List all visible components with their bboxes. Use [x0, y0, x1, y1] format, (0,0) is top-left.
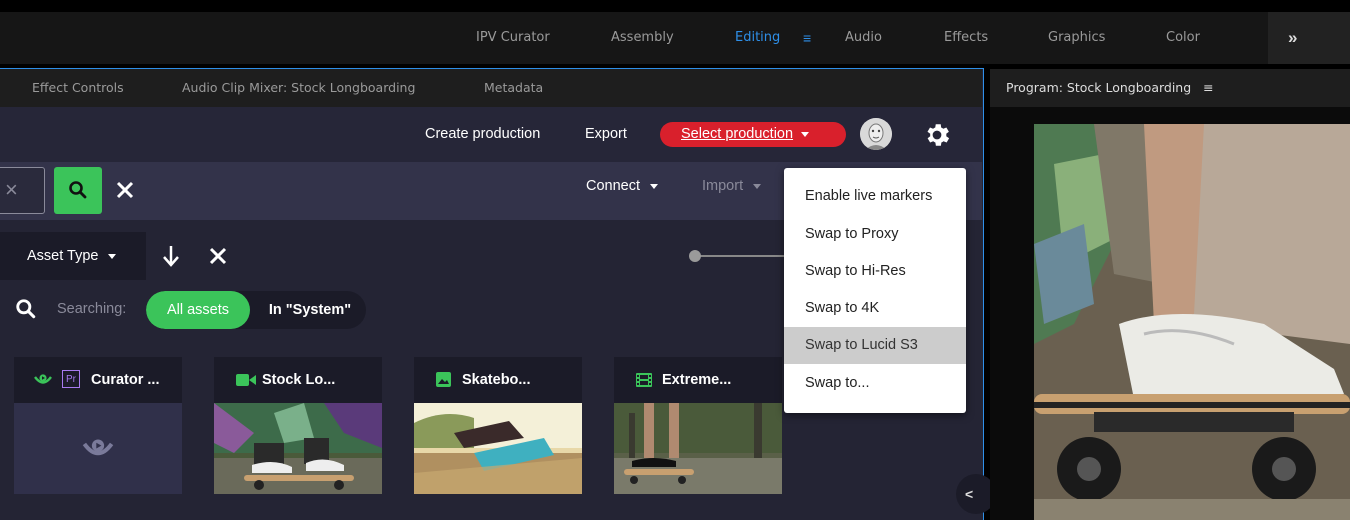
workspace-menu-icon[interactable]: ≡ — [803, 12, 811, 64]
slider-handle[interactable] — [689, 250, 701, 262]
workspace-color[interactable]: Color — [1166, 12, 1200, 64]
search-input[interactable]: × — [0, 167, 45, 214]
asset-card-header: Pr Curator ... — [14, 357, 182, 403]
menu-item-swap-to-4k[interactable]: Swap to 4K — [784, 290, 966, 327]
menu-item-swap-to-hi-res[interactable]: Swap to Hi-Res — [784, 253, 966, 290]
tab-metadata[interactable]: Metadata — [484, 69, 543, 107]
asset-card[interactable]: Skatebo... — [414, 357, 582, 494]
asset-thumbnail — [214, 403, 382, 494]
close-search-icon[interactable] — [116, 181, 134, 199]
chevron-down-icon — [801, 131, 810, 137]
chevron-down-icon — [108, 253, 117, 259]
workspace-ipv-curator[interactable]: IPV Curator — [476, 12, 550, 64]
asset-card[interactable]: Extreme... — [614, 357, 782, 494]
select-production-dropdown[interactable]: Select production — [660, 122, 846, 147]
search-button[interactable] — [54, 167, 102, 214]
asset-thumbnail-placeholder — [14, 403, 182, 494]
premiere-badge: Pr — [62, 370, 80, 388]
tab-effect-controls[interactable]: Effect Controls — [32, 69, 124, 107]
swap-context-menu: Enable live markers Swap to Proxy Swap t… — [784, 168, 966, 413]
import-label: Import — [702, 178, 744, 194]
asset-card-header: Extreme... — [614, 357, 782, 403]
asset-type-label: Asset Type — [27, 248, 99, 264]
workspace-graphics[interactable]: Graphics — [1048, 12, 1105, 64]
asset-card-header: Skatebo... — [414, 357, 582, 403]
workspace-editing[interactable]: Editing — [735, 12, 780, 64]
workspace-assembly[interactable]: Assembly — [611, 12, 674, 64]
workspace-overflow-button[interactable]: » — [1268, 12, 1350, 64]
program-monitor-title[interactable]: Program: Stock Longboarding ≡ — [1006, 69, 1214, 107]
workspace-audio[interactable]: Audio — [845, 12, 882, 64]
workspace-bar — [0, 12, 1350, 64]
program-title-label: Program: Stock Longboarding — [1006, 80, 1192, 95]
panel-tab-bar: Effect Controls Audio Clip Mixer: Stock … — [0, 69, 982, 107]
search-icon — [16, 299, 36, 319]
image-icon — [436, 372, 451, 387]
asset-title: Stock Lo... — [262, 372, 336, 388]
film-icon — [636, 373, 652, 387]
clear-input-icon[interactable]: × — [5, 179, 18, 201]
panel-menu-icon[interactable]: ≡ — [1203, 80, 1213, 95]
chevron-down-icon — [753, 183, 762, 189]
import-dropdown[interactable]: Import — [702, 178, 762, 194]
workspace-effects[interactable]: Effects — [944, 12, 988, 64]
chevron-down-icon — [650, 183, 659, 189]
menu-item-swap-to-other[interactable]: Swap to... — [784, 365, 966, 402]
create-production-button[interactable]: Create production — [425, 107, 540, 162]
asset-title: Skatebo... — [462, 372, 531, 388]
video-camera-icon — [236, 374, 256, 386]
connect-label: Connect — [586, 178, 641, 194]
program-monitor-frame[interactable] — [1034, 124, 1350, 520]
export-button[interactable]: Export — [585, 107, 627, 162]
connect-dropdown[interactable]: Connect — [586, 178, 659, 194]
asset-card[interactable]: Pr Curator ... — [14, 357, 182, 494]
sort-descending-icon[interactable] — [161, 244, 181, 268]
gear-icon[interactable] — [922, 120, 952, 150]
searching-label: Searching: — [57, 301, 127, 317]
avatar[interactable] — [860, 118, 892, 150]
menu-item-enable-live-markers[interactable]: Enable live markers — [784, 178, 966, 215]
scope-all-assets-button[interactable]: All assets — [146, 291, 250, 329]
menu-item-swap-to-lucid-s3[interactable]: Swap to Lucid S3 — [784, 327, 966, 364]
asset-card-header: Stock Lo... — [214, 357, 382, 403]
curator-icon — [82, 439, 114, 456]
tab-audio-clip-mixer[interactable]: Audio Clip Mixer: Stock Longboarding — [182, 69, 415, 107]
asset-card[interactable]: Stock Lo... — [214, 357, 382, 494]
curator-icon — [34, 374, 52, 384]
clear-filter-icon[interactable] — [209, 247, 227, 265]
select-production-label: Select production — [681, 126, 794, 142]
thumbnail-size-slider[interactable] — [695, 255, 795, 257]
menu-item-swap-to-proxy[interactable]: Swap to Proxy — [784, 216, 966, 253]
asset-title: Extreme... — [662, 372, 732, 388]
search-icon — [69, 181, 87, 199]
asset-title: Curator ... — [91, 372, 160, 388]
asset-type-dropdown[interactable]: Asset Type — [0, 232, 146, 280]
scope-system-button[interactable]: In "System" — [254, 291, 366, 329]
asset-thumbnail — [414, 403, 582, 494]
search-scope-toggle: All assets In "System" — [146, 291, 366, 329]
asset-thumbnail — [614, 403, 782, 494]
chevron-left-icon: < — [965, 486, 974, 502]
